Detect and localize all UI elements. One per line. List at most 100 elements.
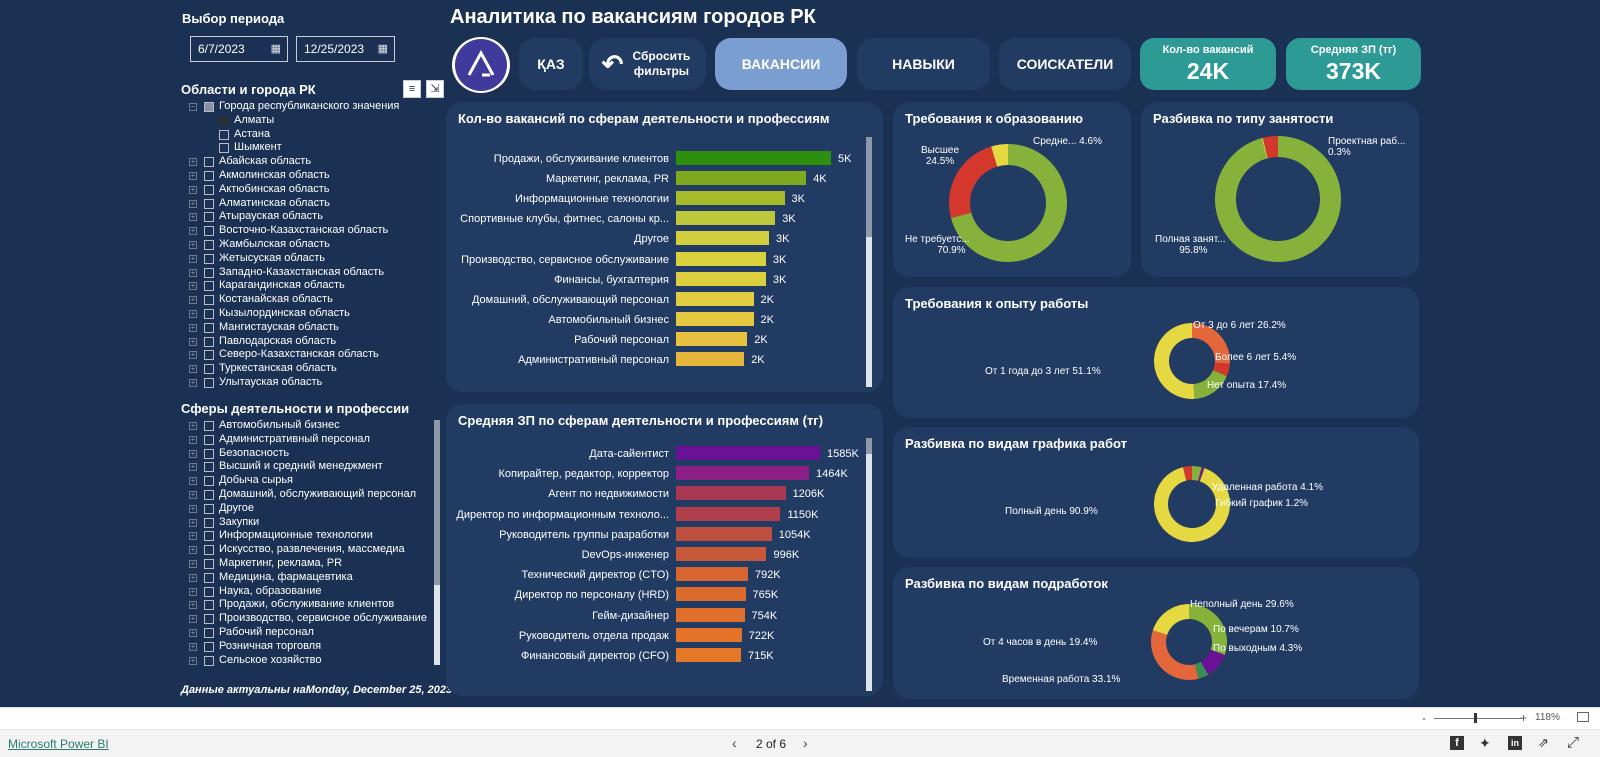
expand-icon[interactable]: + — [189, 158, 197, 167]
sphere-item[interactable]: + Добыча сырья — [189, 474, 427, 488]
expand-icon[interactable]: + — [189, 656, 197, 665]
sphere-item[interactable]: + Маркетинг, реклама, PR — [189, 557, 427, 571]
bar[interactable] — [676, 231, 769, 246]
checkbox[interactable] — [204, 614, 214, 625]
region-item[interactable]: Шымкент — [189, 141, 424, 155]
expand-icon[interactable]: + — [189, 323, 197, 332]
checkbox[interactable] — [204, 476, 214, 487]
expand-icon[interactable]: + — [189, 477, 197, 486]
region-item[interactable]: + Западно-Казахстанская область — [189, 266, 424, 280]
scrollbar-thumb[interactable] — [866, 438, 872, 454]
next-page-icon[interactable]: › — [803, 735, 808, 751]
bar[interactable] — [676, 627, 742, 642]
zoom-in-button[interactable]: + — [1520, 711, 1527, 725]
sphere-item[interactable]: + Производство, сервисное обслуживание — [189, 612, 427, 626]
bar[interactable] — [676, 607, 745, 622]
expand-icon[interactable]: + — [189, 573, 197, 582]
collapse-icon[interactable]: − — [189, 103, 197, 111]
expand-icon[interactable]: + — [189, 463, 197, 472]
region-item[interactable]: + Восточно-Казахстанская область — [189, 224, 424, 238]
checkbox[interactable] — [204, 239, 214, 250]
spheres-scrollbar[interactable] — [434, 420, 440, 665]
tab-vacancies[interactable]: ВАКАНСИИ — [715, 38, 847, 90]
bar[interactable] — [676, 648, 741, 662]
expand-icon[interactable]: + — [189, 422, 197, 430]
checkbox[interactable] — [204, 586, 214, 597]
sphere-item[interactable]: + Информационные технологии — [189, 529, 427, 543]
sphere-item[interactable]: + Продажи, обслуживание клиентов — [189, 598, 427, 612]
region-item[interactable]: + Северо-Казахстанская область — [189, 348, 424, 362]
bar-row[interactable]: Домашний, обслуживающий персонал 2K — [446, 291, 883, 311]
expand-icon[interactable]: + — [189, 615, 197, 624]
checkbox[interactable] — [204, 226, 214, 237]
region-item[interactable]: + Атырауская область — [189, 210, 424, 224]
bar-row[interactable]: Продажи, обслуживание клиентов 5K — [446, 150, 883, 170]
zoom-slider-handle[interactable] — [1474, 713, 1477, 723]
share-icon[interactable]: ⇗ — [1538, 735, 1549, 751]
checkbox[interactable] — [219, 129, 229, 140]
facebook-icon[interactable]: f — [1450, 736, 1464, 750]
region-item[interactable]: + Мангистауская область — [189, 321, 424, 335]
bar-row[interactable]: Информационные технологии 3K — [446, 190, 883, 210]
twitter-icon[interactable]: ✦ — [1479, 735, 1491, 752]
fit-to-page-icon[interactable] — [1577, 712, 1589, 722]
expand-icon[interactable]: + — [189, 282, 197, 291]
start-date-input[interactable]: 6/7/2023 ▦ — [190, 36, 288, 62]
bar[interactable] — [676, 211, 776, 226]
checkbox[interactable] — [204, 421, 214, 431]
bar-row[interactable]: Агент по недвижимости 1206K — [446, 485, 883, 505]
bar-row[interactable]: Руководитель группы разработки 1054K — [446, 526, 883, 546]
expand-icon[interactable]: + — [189, 449, 197, 458]
expand-icon[interactable]: + — [189, 351, 197, 360]
checkbox[interactable] — [204, 517, 214, 528]
checkbox[interactable] — [204, 600, 214, 611]
region-item[interactable]: + Абайская область — [189, 155, 424, 169]
expand-icon[interactable]: + — [189, 490, 197, 499]
expand-icon[interactable]: + — [189, 628, 197, 637]
checkbox[interactable] — [204, 462, 214, 473]
scrollbar-thumb[interactable] — [866, 137, 872, 237]
region-item[interactable]: + Кызылординская область — [189, 307, 424, 321]
donut-slice[interactable] — [1152, 604, 1189, 635]
bar-row[interactable]: Директор по персоналу (HRD) 765K — [446, 586, 883, 606]
checkbox[interactable] — [204, 448, 214, 459]
checkbox[interactable] — [204, 295, 214, 306]
bar-row[interactable]: Рабочий персонал 2K — [446, 331, 883, 351]
bar[interactable] — [676, 291, 754, 306]
checkbox[interactable] — [204, 267, 214, 278]
bar-row[interactable]: Другое 3K — [446, 230, 883, 250]
bar-row[interactable]: Финансовый директор (CFO) 715K — [446, 647, 883, 667]
calendar-icon[interactable]: ▦ — [378, 42, 388, 55]
expand-icon[interactable]: + — [189, 227, 197, 236]
bar-row[interactable]: Гейм-дизайнер 754K — [446, 607, 883, 627]
bar-row[interactable]: Спортивные клубы, фитнес, салоны кр... 3K — [446, 210, 883, 230]
bar[interactable] — [676, 486, 786, 501]
chart-scrollbar[interactable] — [866, 137, 872, 387]
expand-icon[interactable]: + — [189, 587, 197, 596]
expand-icon[interactable]: + — [189, 504, 197, 513]
expand-icon[interactable]: + — [189, 435, 197, 444]
bar[interactable] — [676, 151, 831, 165]
bar-row[interactable]: Копирайтер, редактор, корректор 1464K — [446, 465, 883, 485]
bar-row[interactable]: Производство, сервисное обслуживание 3K — [446, 251, 883, 271]
expand-icon[interactable]: + — [189, 559, 197, 568]
checkbox[interactable] — [204, 184, 214, 195]
expand-icon[interactable]: + — [189, 171, 197, 180]
expand-icon[interactable]: + — [189, 199, 197, 208]
donut-slice[interactable] — [1154, 323, 1195, 399]
calendar-icon[interactable]: ▦ — [271, 42, 281, 55]
sphere-item[interactable]: + Автомобильный бизнес — [189, 419, 427, 433]
bar-row[interactable]: Автомобильный бизнес 2K — [446, 311, 883, 331]
bar-row[interactable]: Дата-сайентист 1585K — [446, 445, 883, 465]
bar-row[interactable]: Финансы, бухгалтерия 3K — [446, 271, 883, 291]
bar-row[interactable]: Руководитель отдела продаж 722K — [446, 627, 883, 647]
region-item[interactable]: + Алматинская область — [189, 197, 424, 211]
sphere-item[interactable]: + Административный персонал — [189, 433, 427, 447]
checkbox[interactable] — [204, 545, 214, 556]
expand-icon[interactable]: + — [189, 296, 197, 305]
region-item[interactable]: + Жамбылская область — [189, 238, 424, 252]
scrollbar-thumb[interactable] — [434, 420, 440, 585]
bar[interactable] — [676, 171, 807, 186]
expand-icon[interactable]: + — [189, 268, 197, 277]
sphere-item[interactable]: + Домашний, обслуживающий персонал — [189, 488, 427, 502]
